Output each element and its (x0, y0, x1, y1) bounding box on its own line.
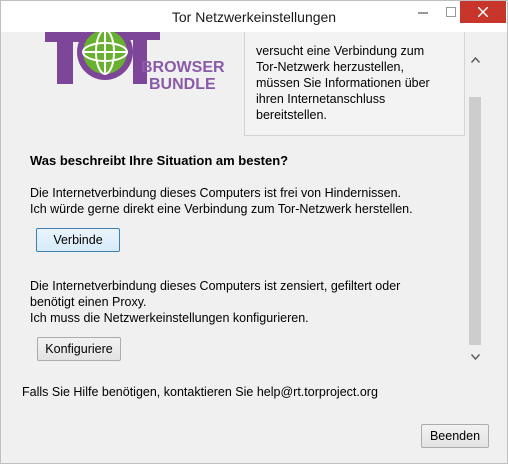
title-bar[interactable]: Tor Netzwerkeinstellungen (1, 1, 507, 32)
configure-button[interactable]: Konfiguriere (37, 337, 121, 361)
dialog-window: Tor Netzwerkeinstellungen BROWSER BUNDLE (0, 0, 508, 464)
vertical-scrollbar[interactable] (467, 52, 483, 365)
minimize-icon (418, 12, 428, 14)
option-free-description: Die Internetverbindung dieses Computers … (30, 185, 413, 217)
logo-line-browser: BROWSER (141, 59, 225, 76)
option-censored-line1: Die Internetverbindung dieses Computers … (30, 279, 401, 293)
logo-line-bundle: BUNDLE (149, 76, 216, 93)
scroll-content[interactable]: BROWSER BUNDLE versucht eine Verbindung … (10, 32, 488, 368)
quit-button[interactable]: Beenden (421, 424, 489, 448)
chevron-up-icon (470, 57, 480, 63)
maximize-icon (446, 7, 456, 17)
tor-browser-bundle-logo: BROWSER BUNDLE (45, 32, 225, 93)
option-censored-description: Die Internetverbindung dieses Computers … (30, 278, 400, 326)
situation-question: Was beschreibt Ihre Situation am besten? (30, 153, 289, 168)
intro-panel: versucht eine Verbindung zum Tor-Netzwer… (244, 32, 465, 136)
chevron-down-icon (470, 354, 480, 360)
close-icon (478, 7, 488, 17)
close-button[interactable] (460, 1, 506, 23)
option-free-line1: Die Internetverbindung dieses Computers … (30, 186, 402, 200)
option-free-line2: Ich würde gerne direkt eine Verbindung z… (30, 202, 413, 216)
option-censored-line3: Ich muss die Netzwerkeinstellungen konfi… (30, 311, 309, 325)
minimize-button[interactable] (409, 1, 437, 23)
option-censored-line2: benötigt einen Proxy. (30, 295, 147, 309)
scrollbar-thumb[interactable] (469, 97, 481, 345)
scroll-down-button[interactable] (467, 349, 483, 365)
scroll-up-button[interactable] (467, 52, 483, 68)
help-text: Falls Sie Hilfe benötigen, kontaktieren … (22, 385, 378, 399)
intro-text: versucht eine Verbindung zum Tor-Netzwer… (256, 44, 430, 122)
connect-button[interactable]: Verbinde (36, 228, 120, 252)
